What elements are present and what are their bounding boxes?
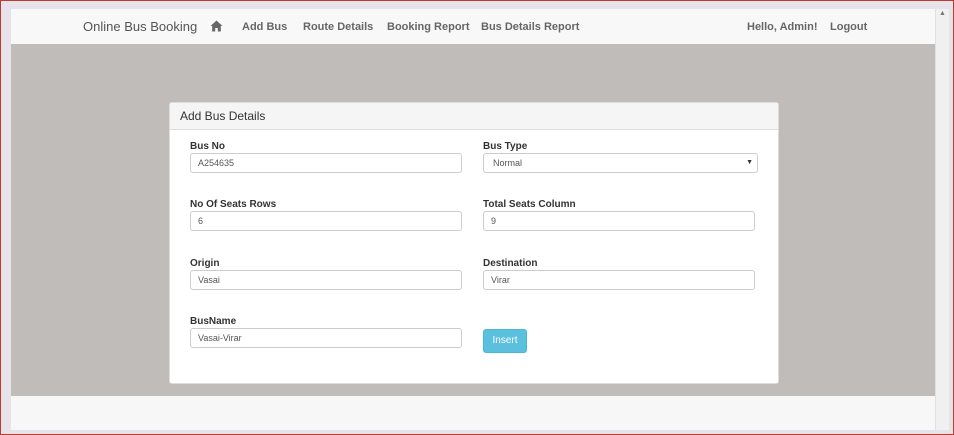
bus-type-label: Bus Type [483,141,528,152]
seat-rows-input[interactable] [190,211,462,231]
scroll-up-icon[interactable]: ▲ [939,10,946,17]
destination-label: Destination [483,258,538,269]
nav-bus-details-report[interactable]: Bus Details Report [481,21,579,33]
bus-type-select[interactable]: Normal ▼ [483,153,758,173]
greeting-text: Hello, Admin! [747,21,818,33]
add-bus-panel: Add Bus Details Bus No Bus Type Normal ▼… [169,102,779,384]
nav-add-bus[interactable]: Add Bus [242,21,287,33]
origin-label: Origin [190,258,220,269]
bus-no-label: Bus No [190,141,225,152]
bus-type-selected-value: Normal [493,158,523,168]
insert-button[interactable]: Insert [483,329,527,353]
destination-input[interactable] [483,270,755,290]
panel-heading: Add Bus Details [170,103,778,130]
home-icon[interactable] [210,20,223,32]
top-navbar: Online Bus Booking Add Bus Route Details… [11,9,935,45]
chevron-down-icon: ▼ [746,159,753,166]
nav-booking-report[interactable]: Booking Report [387,21,470,33]
seat-columns-input[interactable] [483,211,755,231]
panel-title: Add Bus Details [180,109,266,123]
bus-name-label: BusName [190,316,237,327]
vertical-scrollbar[interactable]: ▲ [935,9,949,430]
nav-route-details[interactable]: Route Details [303,21,373,33]
browser-viewport: Online Bus Booking Add Bus Route Details… [11,9,935,430]
content-area: Add Bus Details Bus No Bus Type Normal ▼… [11,44,935,396]
seat-columns-label: Total Seats Column [483,199,576,210]
page-footer [11,396,935,430]
seat-rows-label: No Of Seats Rows [190,199,277,210]
logout-link[interactable]: Logout [830,21,867,33]
brand-link[interactable]: Online Bus Booking [83,19,197,34]
bus-no-input[interactable] [190,153,462,173]
origin-input[interactable] [190,270,462,290]
bus-name-input[interactable] [190,328,462,348]
